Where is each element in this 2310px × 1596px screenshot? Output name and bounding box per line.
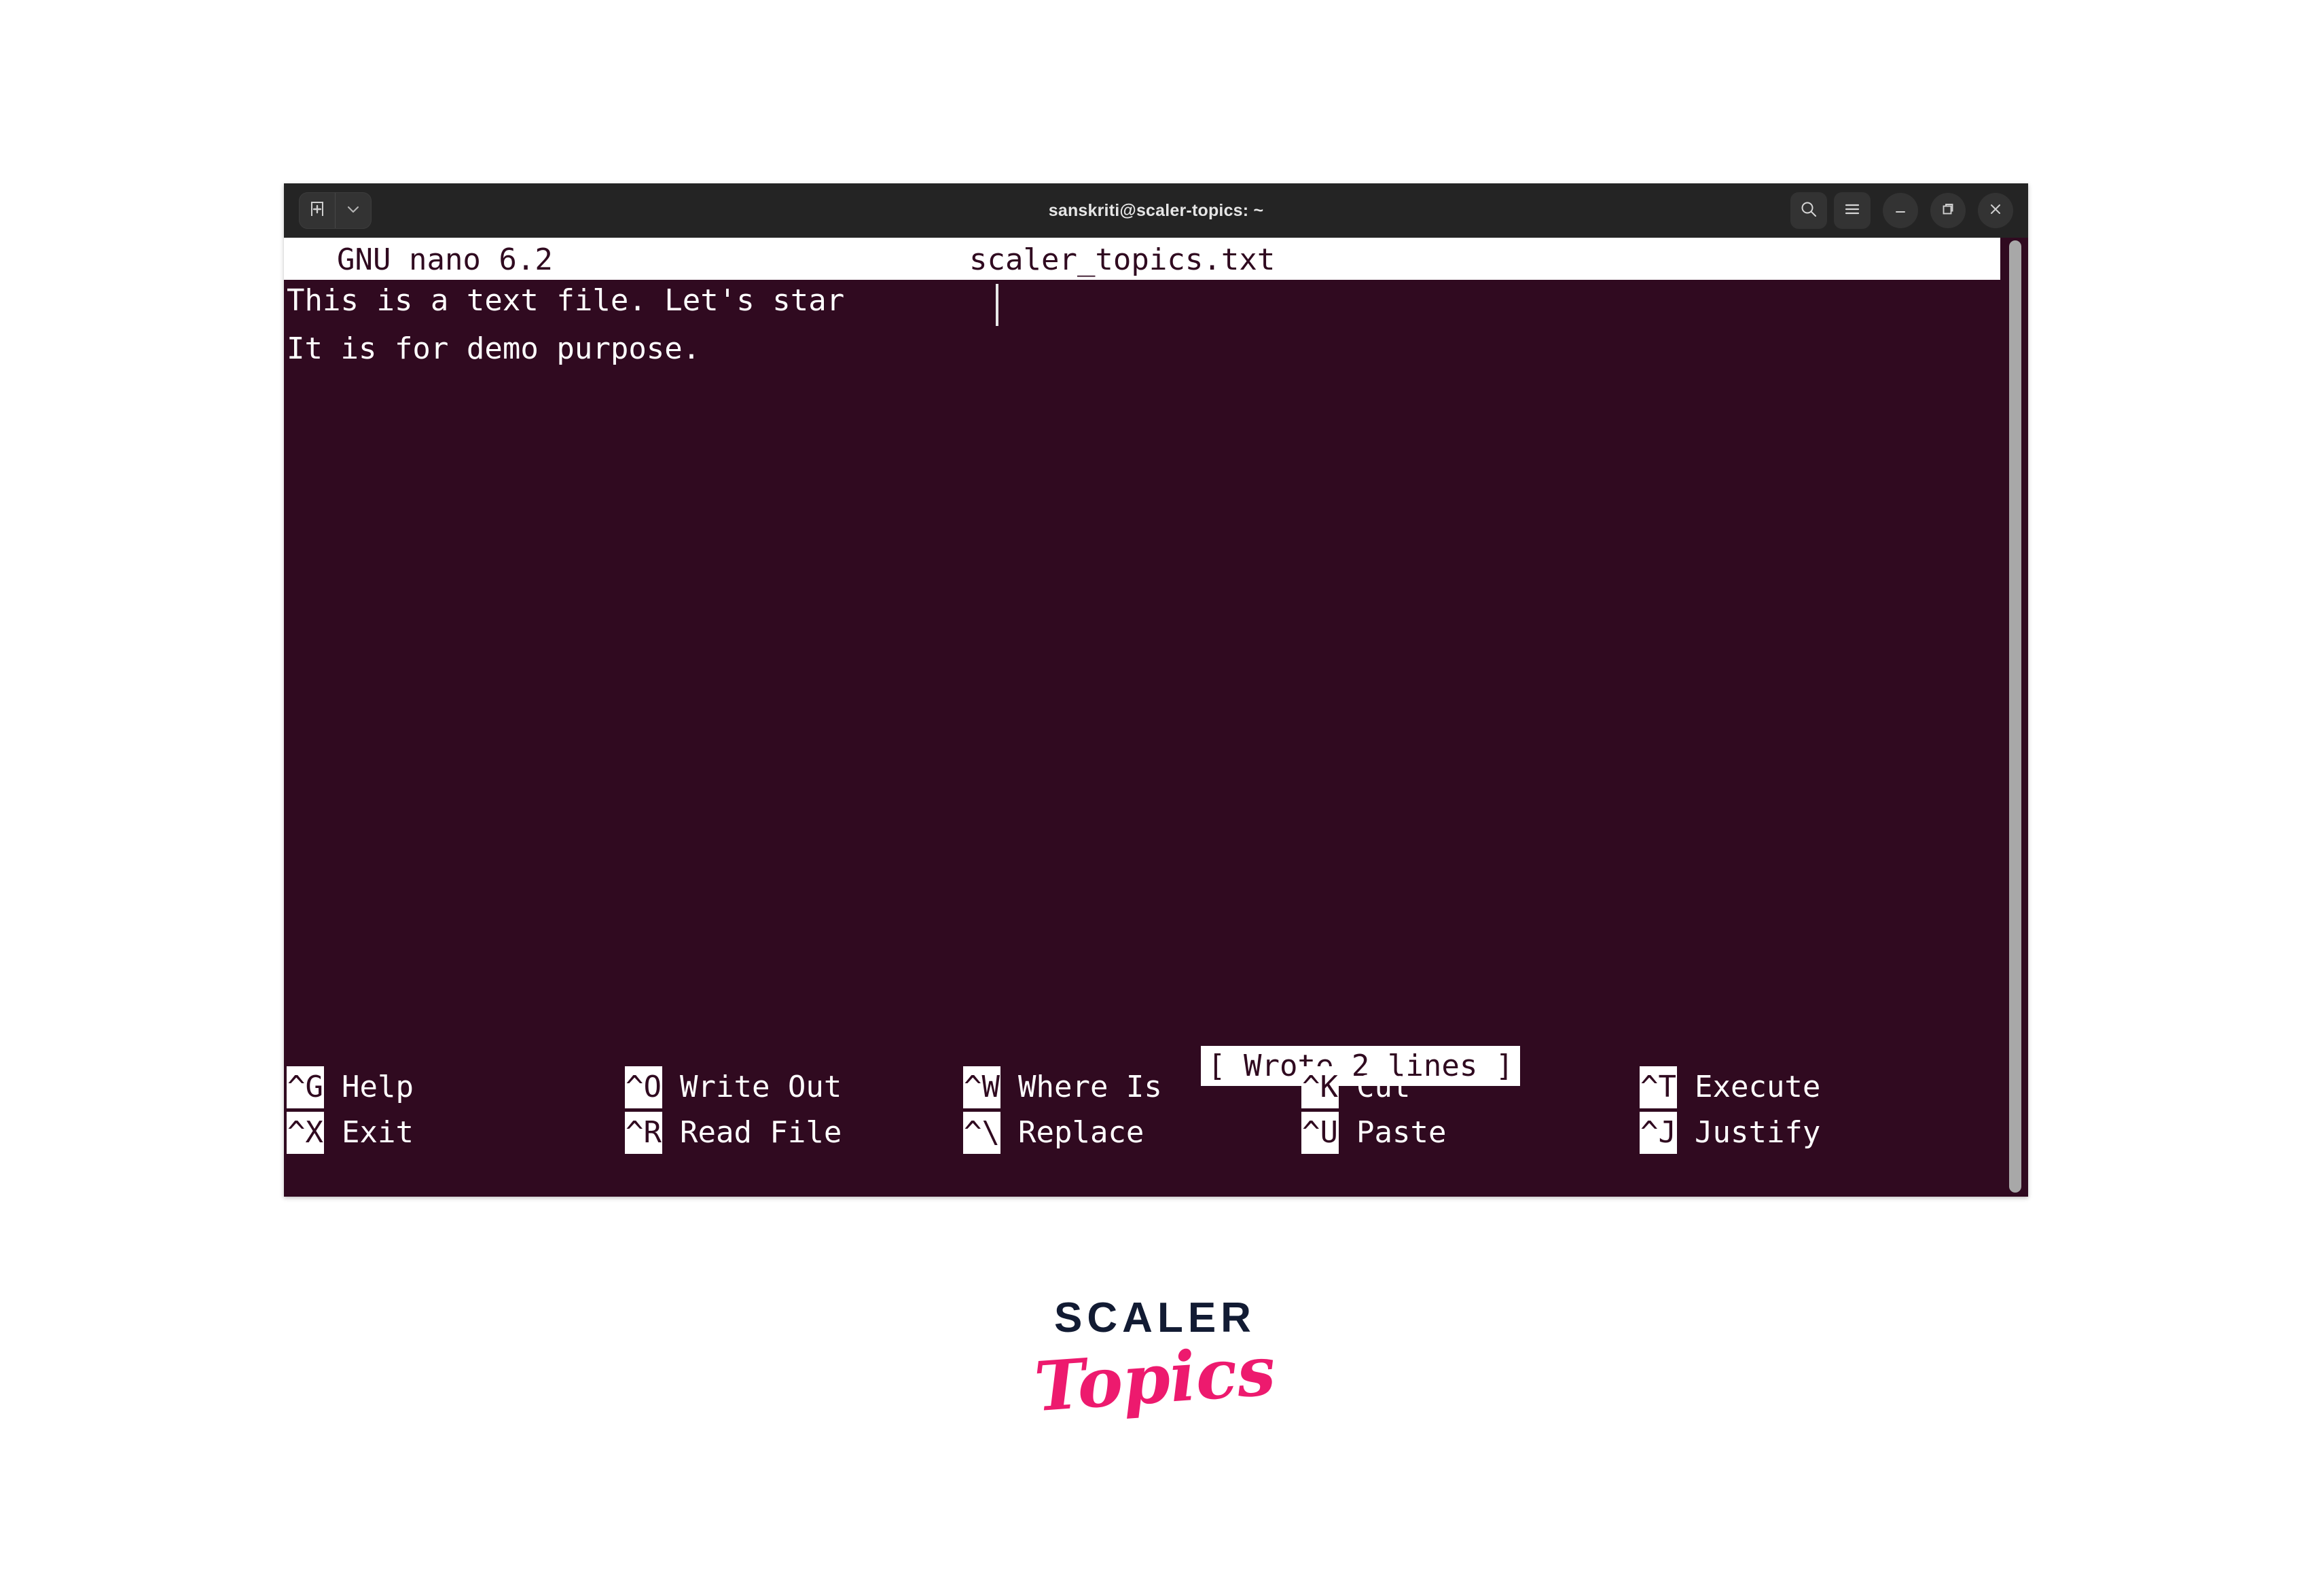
shortcut-label: Justify: [1694, 1115, 1821, 1150]
tab-controls-group: [299, 192, 372, 229]
shortcut-label: Execute: [1694, 1070, 1821, 1104]
titlebar-left-controls: [299, 192, 372, 229]
new-tab-icon: [308, 200, 326, 221]
nano-header-bar: GNU nano 6.2 scaler_topics.txt: [284, 238, 2000, 280]
shortcut-execute[interactable]: ^T Execute: [1640, 1066, 1820, 1108]
minimize-button[interactable]: [1883, 193, 1918, 228]
terminal-body[interactable]: GNU nano 6.2 scaler_topics.txt This is a…: [284, 238, 2028, 1197]
minimize-icon: [1892, 200, 1909, 221]
logo-topics-text: Topics: [1032, 1330, 1278, 1428]
shortcut-label: Help: [341, 1070, 414, 1104]
shortcut-key: ^R: [625, 1112, 662, 1154]
hamburger-menu-icon: [1843, 200, 1862, 222]
shortcut-replace[interactable]: ^\ Replace: [963, 1112, 1144, 1154]
terminal-window: sanskriti@scaler-topics: ~ GNU nano 6.2 …: [284, 183, 2028, 1197]
window-title: sanskriti@scaler-topics: ~: [1048, 200, 1264, 220]
terminal-scrollbar[interactable]: [2009, 240, 2021, 1193]
shortcut-key: ^W: [963, 1066, 1000, 1108]
shortcut-key: ^\: [963, 1112, 1000, 1154]
logo-scaler-text: SCALER: [1054, 1294, 1256, 1341]
shortcut-where-is[interactable]: ^W Where Is: [963, 1066, 1162, 1108]
titlebar-right-controls: [1790, 183, 2013, 238]
shortcut-key: ^J: [1640, 1112, 1677, 1154]
nano-version-label: GNU nano 6.2: [337, 242, 553, 277]
shortcut-key: ^G: [287, 1066, 324, 1108]
shortcut-label: Where Is: [1017, 1070, 1162, 1104]
shortcut-label: Paste: [1356, 1115, 1447, 1150]
shortcut-key: ^K: [1301, 1066, 1339, 1108]
shortcut-label: Write Out: [679, 1070, 842, 1104]
document-line: It is for demo purpose.: [287, 331, 701, 366]
shortcut-write-out[interactable]: ^O Write Out: [625, 1066, 842, 1108]
text-cursor: [996, 284, 998, 326]
close-icon: [1987, 200, 2004, 221]
close-button[interactable]: [1978, 193, 2013, 228]
shortcut-key: ^O: [625, 1066, 662, 1108]
document-line: This is a text file. Let's star: [287, 283, 845, 318]
shortcut-key: ^T: [1640, 1066, 1677, 1108]
shortcut-cut[interactable]: ^K Cut: [1301, 1066, 1410, 1108]
shortcut-label: Replace: [1017, 1115, 1144, 1150]
menu-button[interactable]: [1834, 192, 1871, 229]
maximize-button[interactable]: [1930, 193, 1966, 228]
nano-shortcut-bar: ^G Help ^O Write Out ^W Where Is ^K Cut …: [284, 1066, 2000, 1155]
shortcut-key: ^U: [1301, 1112, 1339, 1154]
shortcut-key: ^X: [287, 1112, 324, 1154]
tab-list-dropdown-button[interactable]: [335, 193, 371, 228]
shortcut-label: Cut: [1356, 1070, 1411, 1104]
shortcut-exit[interactable]: ^X Exit: [287, 1112, 414, 1154]
new-tab-button[interactable]: [300, 193, 335, 228]
scaler-topics-logo: SCALER Topics: [0, 1294, 2310, 1428]
shortcut-row: ^X Exit ^R Read File ^\ Replace ^U Paste…: [284, 1112, 2000, 1154]
chevron-down-icon: [345, 201, 361, 221]
shortcut-row: ^G Help ^O Write Out ^W Where Is ^K Cut …: [284, 1066, 2000, 1108]
search-button[interactable]: [1790, 192, 1827, 229]
shortcut-paste[interactable]: ^U Paste: [1301, 1112, 1446, 1154]
search-icon: [1799, 200, 1818, 222]
shortcut-label: Exit: [341, 1115, 414, 1150]
shortcut-read-file[interactable]: ^R Read File: [625, 1112, 842, 1154]
shortcut-help[interactable]: ^G Help: [287, 1066, 414, 1108]
nano-filename-label: scaler_topics.txt: [969, 242, 1276, 277]
window-title-bar: sanskriti@scaler-topics: ~: [284, 183, 2028, 238]
shortcut-justify[interactable]: ^J Justify: [1640, 1112, 1820, 1154]
maximize-icon: [1939, 200, 1957, 221]
shortcut-label: Read File: [679, 1115, 842, 1150]
